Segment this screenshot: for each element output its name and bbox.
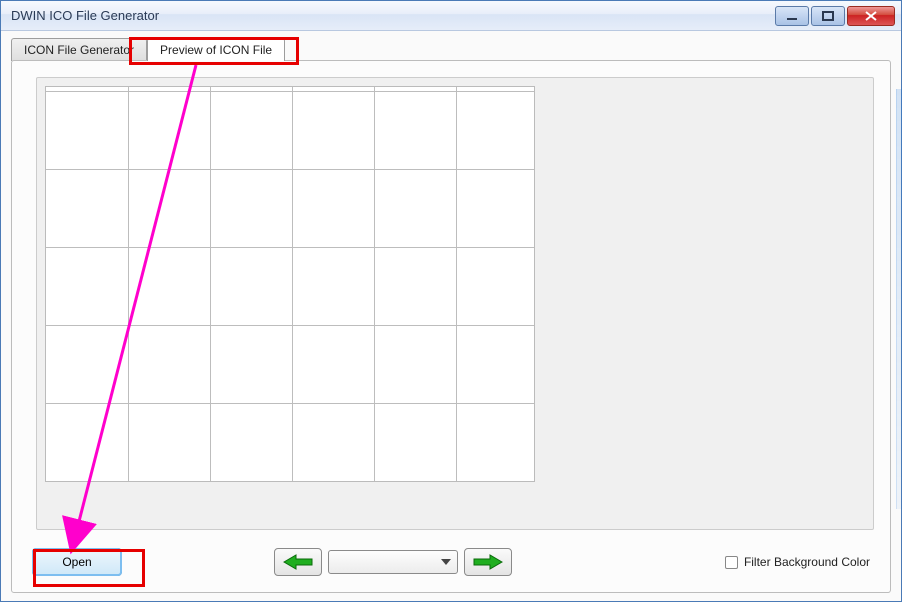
close-button[interactable] <box>847 6 895 26</box>
client-area: ICON File Generator Preview of ICON File <box>1 31 901 601</box>
titlebar[interactable]: DWIN ICO File Generator <box>1 1 901 31</box>
minimize-icon <box>786 11 798 21</box>
maximize-button[interactable] <box>811 6 845 26</box>
icon-grid[interactable] <box>45 86 535 482</box>
tab-preview-icon-file[interactable]: Preview of ICON File <box>147 38 285 61</box>
close-icon <box>864 10 878 22</box>
window-title: DWIN ICO File Generator <box>7 8 773 23</box>
tab-label: ICON File Generator <box>24 43 134 57</box>
maximize-icon <box>822 11 834 21</box>
chevron-down-icon <box>441 559 451 565</box>
checkbox-box <box>725 556 738 569</box>
app-window: DWIN ICO File Generator ICON File Genera… <box>0 0 902 602</box>
tab-label: Preview of ICON File <box>160 43 272 57</box>
window-controls <box>773 6 895 26</box>
grid-lines <box>46 87 534 481</box>
preview-area <box>36 77 874 530</box>
arrow-right-icon <box>472 553 504 571</box>
prev-button[interactable] <box>274 548 322 576</box>
page-dropdown[interactable] <box>328 550 458 574</box>
checkbox-label: Filter Background Color <box>744 555 870 569</box>
open-button[interactable]: Open <box>32 548 122 576</box>
tab-strip: ICON File Generator Preview of ICON File <box>11 37 891 61</box>
arrow-left-icon <box>282 553 314 571</box>
next-button[interactable] <box>464 548 512 576</box>
filter-bg-checkbox[interactable]: Filter Background Color <box>725 555 870 569</box>
nav-group <box>274 548 512 576</box>
bottom-toolbar: Open <box>24 540 878 584</box>
tab-panel-preview: Open <box>11 60 891 593</box>
button-label: Open <box>62 555 91 569</box>
tab-icon-file-generator[interactable]: ICON File Generator <box>11 38 147 61</box>
minimize-button[interactable] <box>775 6 809 26</box>
